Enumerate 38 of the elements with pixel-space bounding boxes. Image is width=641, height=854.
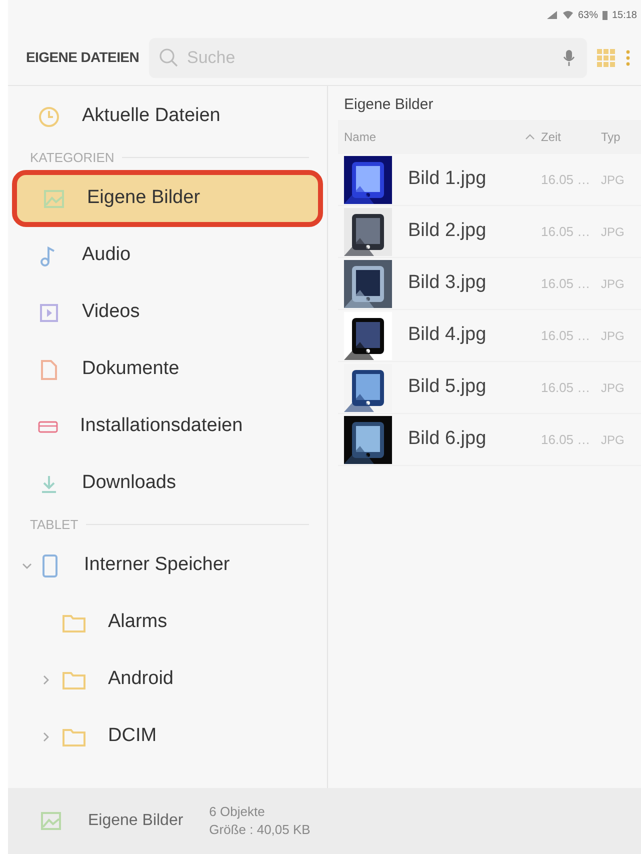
footer-label: Eigene Bilder <box>88 811 184 831</box>
clock-time: 15:18 <box>612 8 637 22</box>
sidebar-item[interactable]: Eigene Bilder <box>12 170 323 227</box>
file-time: 16.05 … <box>541 326 592 345</box>
app-title: EIGENE DATEIEN <box>26 48 140 67</box>
storage-label[interactable]: Interner Speicher <box>84 551 230 580</box>
file-name[interactable]: Bild 2.jpg <box>392 217 541 246</box>
file-time: 16.05 … <box>541 170 592 189</box>
file-name[interactable]: Bild 6.jpg <box>392 425 541 454</box>
file-type: JPG <box>601 328 626 344</box>
file-name[interactable]: Bild 4.jpg <box>392 321 541 350</box>
file-time: 16.05 … <box>541 430 592 449</box>
item-count: 6 Objekte <box>209 802 266 821</box>
sidebar-item[interactable]: Dokumente <box>8 341 327 398</box>
file-name[interactable]: Bild 3.jpg <box>392 269 541 298</box>
file-type: JPG <box>601 172 626 188</box>
sidebar-item[interactable]: Installationsdateien <box>8 398 327 455</box>
section-header: TABLET <box>8 512 327 537</box>
sidebar-item[interactable]: Videos <box>8 284 327 341</box>
file-type: JPG <box>601 432 626 448</box>
file-type: JPG <box>601 380 626 396</box>
folder-label[interactable]: Android <box>108 665 174 694</box>
file-name[interactable]: Bild 1.jpg <box>392 165 541 194</box>
sidebar-item[interactable]: Downloads <box>8 455 327 512</box>
folder-label[interactable]: DCIM <box>108 722 157 751</box>
folder-label[interactable]: Alarms <box>108 608 168 637</box>
folder-title: Eigene Bilder <box>343 94 434 115</box>
battery-level: 63% <box>578 8 598 22</box>
sidebar-item[interactable]: Aktuelle Dateien <box>8 88 327 145</box>
file-time: 16.05 … <box>541 274 592 293</box>
section-header: KATEGORIEN <box>8 145 327 170</box>
file-type: JPG <box>601 224 626 240</box>
sidebar-item[interactable]: Audio <box>8 227 327 284</box>
file-type: JPG <box>601 276 626 292</box>
file-name[interactable]: Bild 5.jpg <box>392 373 541 402</box>
file-time: 16.05 … <box>541 222 592 241</box>
total-size: Größe : 40,05 KB <box>209 821 310 839</box>
file-time: 16.05 … <box>541 378 592 397</box>
